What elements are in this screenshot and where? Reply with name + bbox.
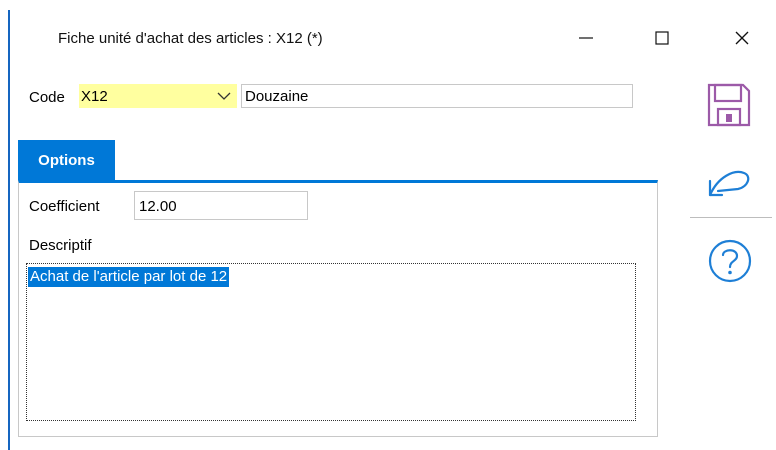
window-title: Fiche unité d'achat des articles : X12 (… (58, 30, 323, 47)
descriptif-label: Descriptif (29, 237, 92, 254)
code-description-field[interactable]: Douzaine (241, 84, 633, 108)
chevron-down-icon[interactable] (217, 91, 231, 101)
close-icon (735, 31, 749, 45)
coefficient-label: Coefficient (29, 198, 100, 215)
toolbar-divider (690, 217, 772, 218)
descriptif-textarea[interactable]: Achat de l'article par lot de 12 (26, 263, 636, 421)
window-left-border (8, 10, 10, 450)
code-description-value: Douzaine (245, 88, 309, 105)
save-icon[interactable] (706, 82, 752, 128)
minimize-button[interactable] (566, 20, 606, 56)
help-icon[interactable] (707, 238, 753, 284)
descriptif-selected-text: Achat de l'article par lot de 12 (28, 267, 230, 287)
close-button[interactable] (722, 20, 762, 56)
coefficient-value: 12.00 (139, 198, 177, 215)
undo-icon[interactable] (704, 163, 754, 203)
code-label: Code (29, 89, 65, 106)
coefficient-input[interactable]: 12.00 (134, 191, 308, 220)
code-select[interactable]: X12 (79, 84, 237, 108)
code-value: X12 (81, 88, 108, 105)
maximize-button[interactable] (642, 20, 682, 56)
tab-options[interactable]: Options (18, 140, 115, 181)
maximize-icon (655, 31, 669, 45)
minimize-icon (579, 37, 593, 39)
